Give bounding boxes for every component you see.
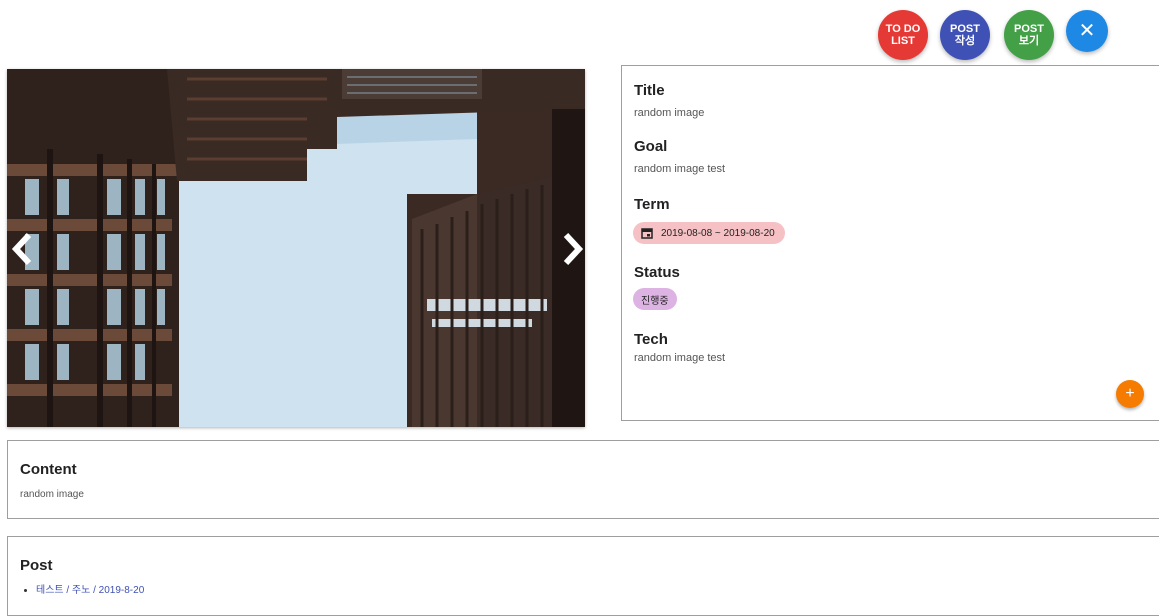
todo-list-button[interactable]: TO DO LIST xyxy=(878,10,928,60)
title-value: random image xyxy=(634,107,705,119)
term-chip: 2019-08-08 ~ 2019-08-20 xyxy=(633,222,785,244)
calendar-icon xyxy=(641,228,653,239)
status-chip: 진행중 xyxy=(633,288,677,310)
goal-value: random image test xyxy=(634,163,726,175)
term-heading: Term xyxy=(634,196,670,213)
post-card: Post 테스트 / 주노 / 2019-8-20 xyxy=(7,536,1159,616)
carousel-prev-button[interactable] xyxy=(9,231,37,267)
post-link[interactable]: 테스트 / 주노 / 2019-8-20 xyxy=(36,585,144,596)
add-button[interactable]: + xyxy=(1116,380,1144,408)
tech-value: random image test xyxy=(634,352,726,364)
post-list: 테스트 / 주노 / 2019-8-20 xyxy=(22,581,144,596)
image-carousel xyxy=(7,69,585,427)
carousel-image xyxy=(7,69,585,427)
post-heading: Post xyxy=(20,557,53,574)
content-card: Content random image xyxy=(7,440,1159,519)
project-info-card: Title random image Goal random image tes… xyxy=(621,65,1159,421)
content-heading: Content xyxy=(20,461,77,478)
close-button[interactable]: ✕ xyxy=(1066,10,1108,52)
carousel-next-button[interactable] xyxy=(558,231,585,267)
post-view-button[interactable]: POST 보기 xyxy=(1004,10,1054,60)
goal-heading: Goal xyxy=(634,138,668,155)
title-heading: Title xyxy=(634,82,665,99)
list-item: 테스트 / 주노 / 2019-8-20 xyxy=(36,581,144,596)
content-text: random image xyxy=(20,489,84,500)
post-write-button[interactable]: POST 작성 xyxy=(940,10,990,60)
term-value: 2019-08-08 ~ 2019-08-20 xyxy=(661,227,775,239)
status-heading: Status xyxy=(634,264,680,281)
status-value: 진행중 xyxy=(641,295,669,307)
tech-heading: Tech xyxy=(634,331,668,348)
